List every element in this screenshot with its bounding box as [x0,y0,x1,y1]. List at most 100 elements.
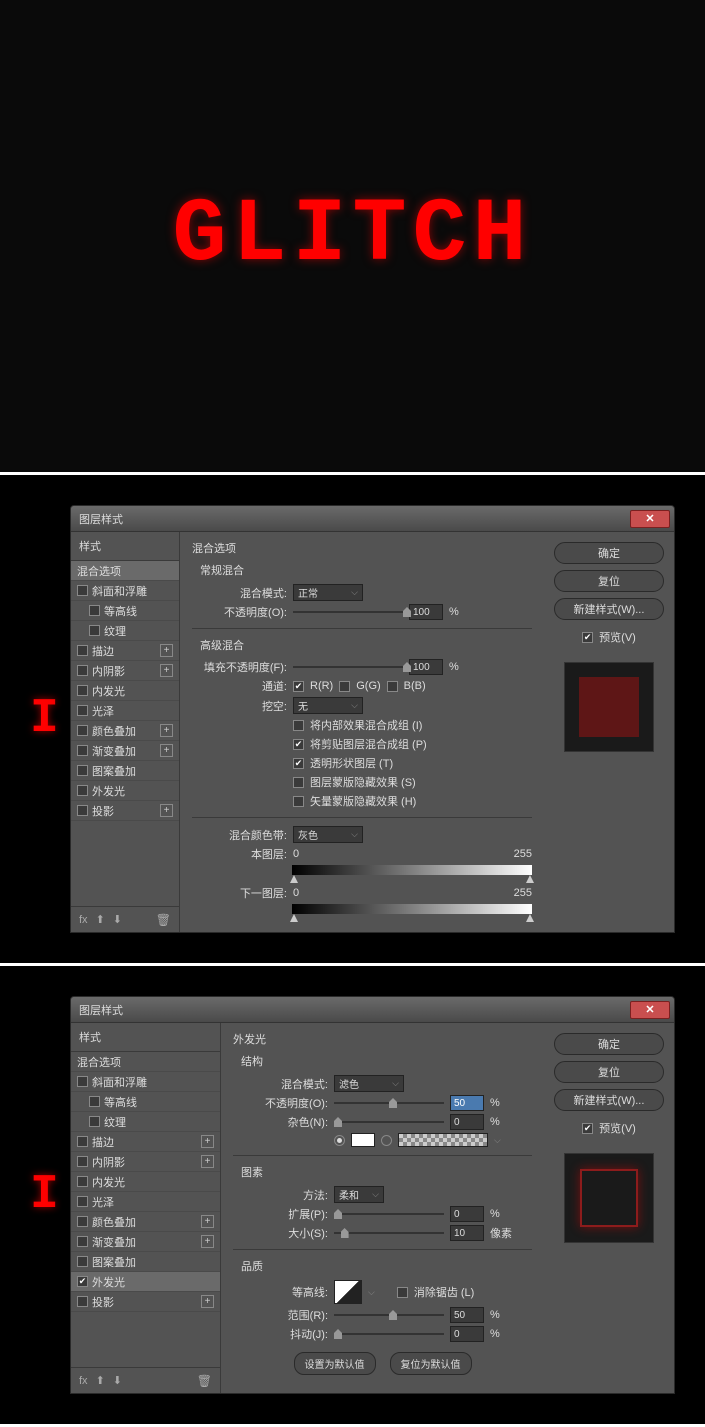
style-item[interactable]: 内发光 [71,1172,220,1192]
style-checkbox[interactable] [77,1176,88,1187]
add-effect-icon[interactable]: + [160,804,173,817]
style-item[interactable]: 内阴影+ [71,1152,220,1172]
range-slider[interactable] [334,1314,444,1316]
style-item[interactable]: 内阴影+ [71,661,179,681]
add-effect-icon[interactable]: + [160,664,173,677]
style-checkbox[interactable] [77,725,88,736]
channel-g-checkbox[interactable] [339,681,350,692]
opacity-input[interactable]: 100 [409,604,443,620]
style-checkbox[interactable] [77,1136,88,1147]
noise-slider[interactable] [334,1121,444,1123]
style-item[interactable]: 等高线 [71,601,179,621]
opt4-checkbox[interactable] [293,777,304,788]
preview-checkbox[interactable] [582,1123,593,1134]
size-slider[interactable] [334,1232,444,1234]
style-checkbox[interactable] [77,745,88,756]
antialias-checkbox[interactable] [397,1287,408,1298]
style-checkbox[interactable] [77,1156,88,1167]
arrow-down-icon[interactable]: ⬇ [113,1374,122,1387]
add-effect-icon[interactable]: + [201,1135,214,1148]
new-style-button[interactable]: 新建样式(W)... [554,598,664,620]
style-item[interactable]: 外发光 [71,781,179,801]
ok-button[interactable]: 确定 [554,1033,664,1055]
opt2-checkbox[interactable] [293,739,304,750]
contour-swatch[interactable] [334,1280,362,1304]
fill-opacity-input[interactable]: 100 [409,659,443,675]
style-item[interactable]: 等高线 [71,1092,220,1112]
titlebar[interactable]: 图层样式 ✕ [71,506,674,532]
arrow-up-icon[interactable]: ⬆ [96,913,105,926]
gradient-radio[interactable] [381,1135,392,1146]
add-effect-icon[interactable]: + [160,724,173,737]
style-checkbox[interactable] [77,665,88,676]
close-button[interactable]: ✕ [630,1001,670,1019]
preview-checkbox[interactable] [582,632,593,643]
style-checkbox[interactable] [77,785,88,796]
style-item[interactable]: 描边+ [71,641,179,661]
new-style-button[interactable]: 新建样式(W)... [554,1089,664,1111]
style-checkbox[interactable] [89,1116,100,1127]
style-item[interactable]: 斜面和浮雕 [71,581,179,601]
add-effect-icon[interactable]: + [160,644,173,657]
cancel-button[interactable]: 复位 [554,570,664,592]
style-checkbox[interactable] [77,1276,88,1287]
spread-slider[interactable] [334,1213,444,1215]
style-item[interactable]: 图案叠加 [71,761,179,781]
style-item[interactable]: 投影+ [71,801,179,821]
style-checkbox[interactable] [89,625,100,636]
add-effect-icon[interactable]: + [201,1295,214,1308]
style-checkbox[interactable] [77,805,88,816]
style-checkbox[interactable] [77,1076,88,1087]
opt5-checkbox[interactable] [293,796,304,807]
this-layer-gradient[interactable] [292,865,532,875]
style-item[interactable]: 混合选项 [71,1052,220,1072]
fill-opacity-slider[interactable] [293,666,403,668]
style-checkbox[interactable] [77,765,88,776]
reset-default-button[interactable]: 复位为默认值 [390,1352,472,1375]
blendif-dropdown[interactable]: 灰色 [293,826,363,843]
size-input[interactable]: 10 [450,1225,484,1241]
style-checkbox[interactable] [77,1196,88,1207]
arrow-down-icon[interactable]: ⬇ [113,913,122,926]
knockout-dropdown[interactable]: 无 [293,697,363,714]
style-checkbox[interactable] [89,1096,100,1107]
under-layer-gradient[interactable] [292,904,532,914]
style-item[interactable]: 外发光 [71,1272,220,1292]
style-item[interactable]: 渐变叠加+ [71,1232,220,1252]
make-default-button[interactable]: 设置为默认值 [294,1352,376,1375]
style-checkbox[interactable] [77,1216,88,1227]
trash-icon[interactable]: 🗑 [197,1374,212,1388]
arrow-up-icon[interactable]: ⬆ [96,1374,105,1387]
style-item[interactable]: 投影+ [71,1292,220,1312]
close-button[interactable]: ✕ [630,510,670,528]
add-effect-icon[interactable]: + [201,1155,214,1168]
titlebar[interactable]: 图层样式 ✕ [71,997,674,1023]
style-item[interactable]: 混合选项 [71,561,179,581]
style-item[interactable]: 颜色叠加+ [71,721,179,741]
style-checkbox[interactable] [77,645,88,656]
opacity-slider[interactable] [293,611,403,613]
style-item[interactable]: 斜面和浮雕 [71,1072,220,1092]
style-checkbox[interactable] [77,1256,88,1267]
range-input[interactable]: 50 [450,1307,484,1323]
glow-color-swatch[interactable] [351,1133,375,1147]
opacity-input[interactable]: 50 [450,1095,484,1111]
spread-input[interactable]: 0 [450,1206,484,1222]
style-item[interactable]: 颜色叠加+ [71,1212,220,1232]
style-checkbox[interactable] [77,685,88,696]
channel-r-checkbox[interactable] [293,681,304,692]
style-item[interactable]: 渐变叠加+ [71,741,179,761]
style-item[interactable]: 纹理 [71,621,179,641]
channel-b-checkbox[interactable] [387,681,398,692]
jitter-slider[interactable] [334,1333,444,1335]
jitter-input[interactable]: 0 [450,1326,484,1342]
style-item[interactable]: 图案叠加 [71,1252,220,1272]
cancel-button[interactable]: 复位 [554,1061,664,1083]
style-checkbox[interactable] [89,605,100,616]
opacity-slider[interactable] [334,1102,444,1104]
noise-input[interactable]: 0 [450,1114,484,1130]
ok-button[interactable]: 确定 [554,542,664,564]
style-item[interactable]: 纹理 [71,1112,220,1132]
style-checkbox[interactable] [77,1236,88,1247]
style-item[interactable]: 光泽 [71,1192,220,1212]
